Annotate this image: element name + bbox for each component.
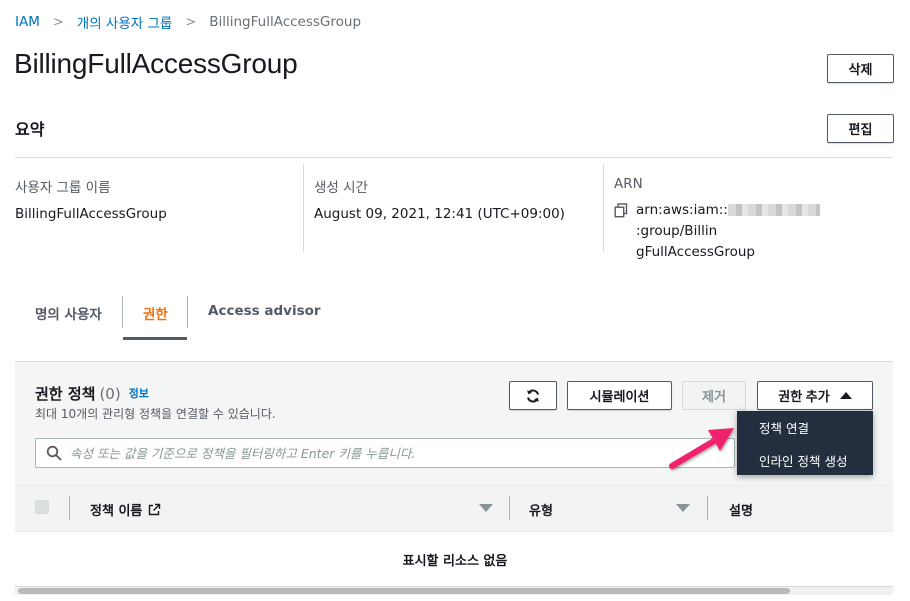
column-policy-name[interactable]: 정책 이름: [90, 500, 161, 519]
redacted-account-id: [727, 204, 820, 216]
annotation-arrow-icon: [669, 428, 734, 469]
arn-label: ARN: [614, 176, 643, 192]
tab-users[interactable]: 명의 사용자: [35, 303, 102, 323]
active-tab-indicator: [123, 337, 187, 340]
chevron-right-icon: >: [185, 14, 197, 30]
breadcrumb-iam[interactable]: IAM: [15, 14, 40, 30]
empty-state: 표시할 리소스 없음: [402, 554, 508, 569]
menu-item-create-inline-policy[interactable]: 인라인 정책 생성: [759, 451, 847, 470]
column-divider: [707, 496, 708, 520]
group-name-label: 사용자 그룹 이름: [15, 180, 111, 196]
column-divider: [509, 496, 510, 520]
search-input[interactable]: [70, 445, 710, 461]
policy-filter[interactable]: [35, 438, 735, 468]
tab-access-advisor[interactable]: Access advisor: [208, 303, 321, 319]
add-permissions-button[interactable]: 권한 추가: [757, 381, 873, 410]
copy-icon[interactable]: [614, 203, 628, 218]
breadcrumb-user-groups[interactable]: 개의 사용자 그룹: [77, 12, 173, 32]
permissions-title: 권한 정책 (0) 정보: [35, 383, 149, 404]
breadcrumb-current: BillingFullAccessGroup: [209, 14, 362, 30]
column-description[interactable]: 설명: [729, 500, 753, 519]
summary-created: 생성 시간 August 09, 2021, 12:41 (UTC+09:00): [314, 176, 565, 225]
column-policy-name-label: 정책 이름: [90, 504, 143, 519]
add-permissions-label: 권한 추가: [778, 389, 830, 404]
arn-row: arn:aws:iam:::group/Billin gFullAccessGr…: [614, 200, 894, 263]
tab-permissions[interactable]: 권한: [143, 303, 168, 323]
summary-divider: [15, 157, 893, 158]
summary-title: 요약: [15, 120, 45, 139]
group-name-value: BillingFullAccessGroup: [15, 206, 167, 222]
tab-divider: [187, 296, 188, 328]
column-type[interactable]: 유형: [529, 500, 553, 519]
permissions-count: (0): [99, 385, 121, 403]
arn-prefix: arn:aws:iam::: [636, 202, 728, 218]
summary-group-name: 사용자 그룹 이름 BillingFullAccessGroup: [15, 176, 167, 225]
sort-down-icon[interactable]: [676, 504, 690, 512]
select-all-checkbox[interactable]: [35, 500, 49, 514]
created-value: August 09, 2021, 12:41 (UTC+09:00): [314, 206, 565, 222]
arn-suffix: :group/Billin: [636, 223, 718, 239]
info-link[interactable]: 정보: [129, 387, 149, 400]
caret-up-icon: [839, 392, 852, 399]
menu-item-attach-policy[interactable]: 정책 연결: [759, 418, 809, 437]
edit-button[interactable]: 편집: [827, 114, 894, 143]
column-divider: [69, 496, 70, 520]
summary-column-divider: [603, 164, 604, 252]
permissions-title-text: 권한 정책: [35, 385, 96, 403]
arn-value: arn:aws:iam:::group/Billin gFullAccessGr…: [636, 200, 894, 263]
refresh-button[interactable]: [509, 381, 557, 410]
created-label: 생성 시간: [314, 180, 368, 196]
breadcrumb: IAM > 개의 사용자 그룹 > BillingFullAccessGroup: [15, 12, 361, 32]
delete-button[interactable]: 삭제: [827, 54, 894, 83]
summary-column-divider: [303, 164, 304, 252]
simulate-button[interactable]: 시뮬레이션: [567, 381, 672, 410]
tab-divider: [122, 296, 123, 328]
permissions-description: 최대 10개의 관리형 정책을 연결할 수 있습니다.: [35, 407, 276, 421]
arn-line2: gFullAccessGroup: [636, 244, 755, 260]
search-icon: [46, 445, 62, 461]
chevron-right-icon: >: [52, 14, 64, 30]
add-permissions-menu: 정책 연결 인라인 정책 생성: [737, 411, 873, 475]
sort-down-icon[interactable]: [479, 504, 493, 512]
summary-arn: ARN arn:aws:iam:::group/Billin gFullAcce…: [614, 176, 894, 263]
page-title: BillingFullAccessGroup: [14, 48, 298, 79]
remove-button[interactable]: 제거: [682, 381, 746, 410]
scrollbar-thumb[interactable]: [18, 588, 790, 594]
external-link-icon: [149, 503, 161, 516]
refresh-icon: [527, 388, 539, 403]
